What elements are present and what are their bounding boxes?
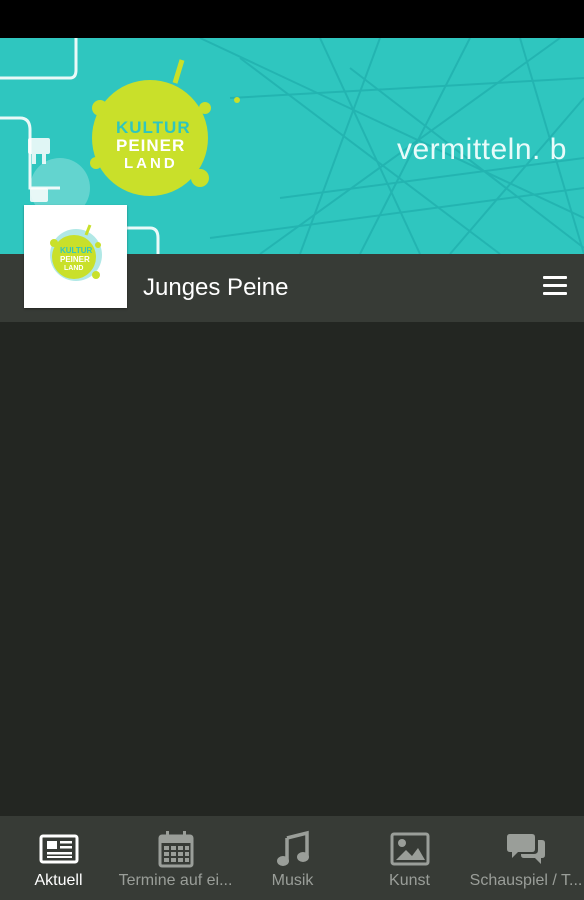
image-icon	[390, 832, 429, 866]
tab-label: Kunst	[389, 872, 430, 889]
tab-kunst[interactable]: Kunst	[351, 816, 468, 900]
status-bar	[0, 0, 584, 38]
tab-label: Schauspiel / T...	[469, 872, 583, 889]
calendar-icon	[158, 831, 193, 868]
svg-text:LAND: LAND	[64, 265, 83, 272]
tab-schauspiel[interactable]: Schauspiel / T...	[468, 816, 584, 900]
tab-termine[interactable]: Termine auf ei...	[117, 816, 234, 900]
main-content	[0, 322, 584, 816]
bottom-tab-bar: Aktuell Termine auf ei... Musik Kunst Sc…	[0, 816, 584, 900]
svg-text:PEINER: PEINER	[60, 255, 90, 264]
tab-label: Musik	[271, 872, 314, 889]
hamburger-menu-button[interactable]	[540, 276, 570, 302]
tab-label: Aktuell	[34, 872, 83, 889]
chat-bubbles-icon	[507, 834, 545, 864]
svg-text:PEINER: PEINER	[116, 136, 185, 155]
svg-text:KULTUR: KULTUR	[60, 246, 93, 255]
svg-text:LAND: LAND	[124, 155, 178, 172]
svg-text:KULTUR: KULTUR	[116, 118, 191, 137]
banner-tagline: vermitteln. b	[397, 133, 567, 166]
music-note-icon	[276, 830, 309, 866]
tab-musik[interactable]: Musik	[234, 816, 351, 900]
newspaper-icon	[39, 834, 78, 864]
tab-aktuell[interactable]: Aktuell	[0, 816, 117, 900]
menu-icon-line	[543, 276, 567, 279]
tab-label: Termine auf ei...	[118, 872, 233, 889]
menu-icon-line	[543, 284, 567, 287]
app-logo-thumbnail: KULTUR PEINER LAND	[24, 205, 127, 308]
page-title: Junges Peine	[143, 274, 289, 301]
menu-icon-line	[543, 292, 567, 295]
logo-splash: KULTUR PEINER LAND	[90, 59, 240, 196]
